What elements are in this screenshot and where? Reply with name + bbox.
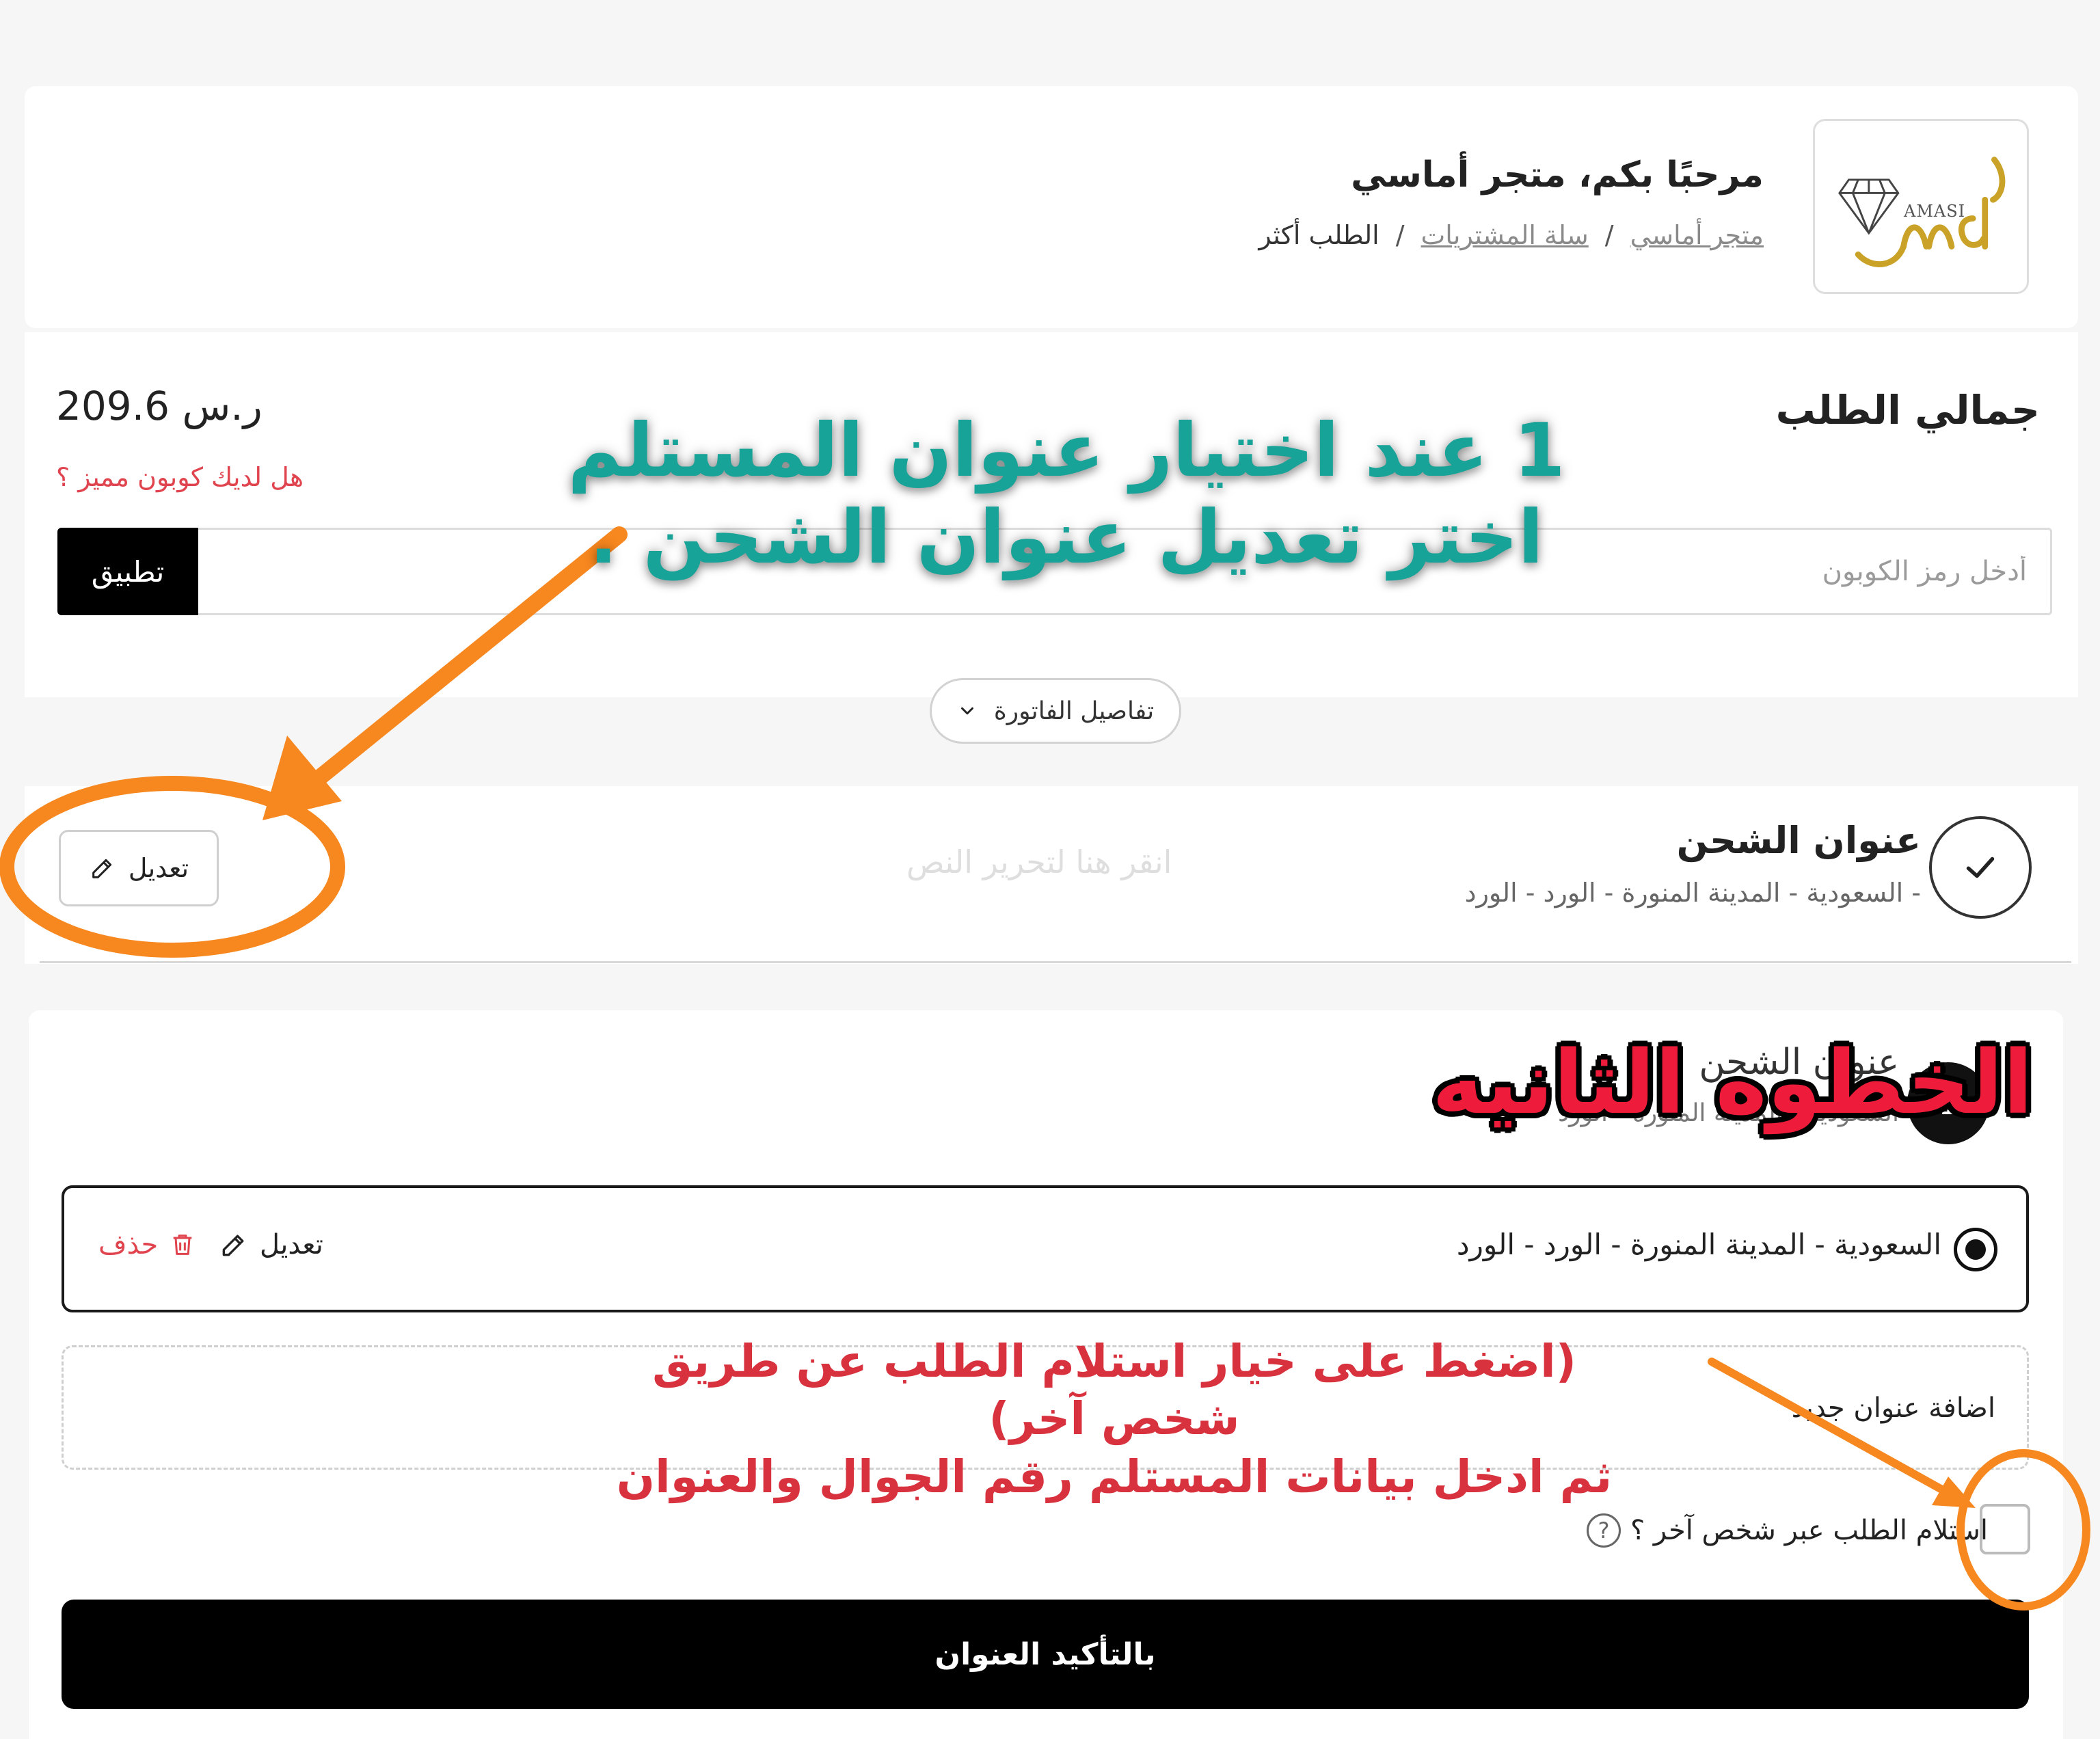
pencil-icon: [92, 859, 112, 878]
other-person-option[interactable]: استلام الطلب عبر شخص آخر ؟ ?: [1586, 1513, 1988, 1548]
annotation-step-2-line-2: ثم ادخل بيانات المستلم رقم الجوال والعنو…: [616, 1450, 1613, 1503]
pencil-icon: [222, 1235, 244, 1256]
confirm-address-button[interactable]: بالتأكيد العنوان: [62, 1600, 2029, 1709]
annotation-step-2-line-1: (اضغط على خيار استلام الطلب عن طريق شخص …: [652, 1335, 1576, 1446]
breadcrumb-separator: /: [1395, 220, 1405, 250]
breadcrumb-separator: /: [1604, 220, 1614, 250]
order-total-value: 209.6 ر.س: [56, 383, 262, 429]
address-radio[interactable]: [1954, 1228, 1997, 1271]
address-edit-label: تعديل: [260, 1229, 323, 1261]
address-delete-label: حذف: [98, 1229, 159, 1261]
logo-text: AMASI: [1904, 202, 1966, 221]
shipping-title: عنوان الشحن: [1676, 819, 1921, 862]
edit-shipping-label: تعديل: [128, 853, 189, 883]
edit-text-hint[interactable]: انقر هنا لتحرير النص: [906, 844, 1172, 880]
completed-step-indicator: [1929, 816, 2032, 919]
radio-selected-dot: [1965, 1239, 1986, 1260]
annotation-step-1: 1 عند اختيار عنوان المستلم اختر تعديل عن…: [567, 408, 1565, 581]
shipping-address: - السعودية - المدينة المنورة - الورد - ا…: [1464, 878, 1921, 908]
breadcrumb: متجر أماسي / سلة المشتريات / الطلب أكثر: [1258, 220, 1764, 250]
order-total-label: جمالي الطلب: [1775, 387, 2040, 433]
breadcrumb-cart-link[interactable]: سلة المشتريات: [1421, 220, 1589, 250]
coupon-question-link[interactable]: هل لديك كوبون مميز ؟: [56, 462, 304, 492]
invoice-details-label: تفاصيل الفاتورة: [993, 697, 1155, 725]
header-card: AMASI مرحبًا بكم، متجر أماسي متجر أماسي …: [25, 86, 2078, 328]
breadcrumb-home-link[interactable]: متجر أماسي: [1630, 220, 1764, 250]
check-icon: [1966, 857, 1995, 878]
divider: [40, 961, 2071, 963]
edit-shipping-button[interactable]: تعديل: [59, 830, 219, 906]
address-option-text: السعودية - المدينة المنورة - الورد - الو…: [1456, 1228, 1941, 1261]
other-person-label: استلام الطلب عبر شخص آخر ؟: [1630, 1515, 1988, 1546]
address-delete-button[interactable]: حذف: [98, 1229, 196, 1261]
coupon-apply-button[interactable]: تطبيق: [57, 528, 198, 615]
page-title: مرحبًا بكم، متجر أماسي: [1351, 154, 1764, 196]
add-new-address-label: اضافة عنوان جديد: [1791, 1392, 1995, 1424]
trash-icon: [173, 1235, 192, 1255]
annotation-step-2-title: الخطوه الثانيه: [1431, 1032, 2033, 1134]
address-edit-button[interactable]: تعديل: [219, 1229, 323, 1261]
address-option[interactable]: السعودية - المدينة المنورة - الورد - الو…: [62, 1185, 2029, 1312]
breadcrumb-current: الطلب أكثر: [1258, 220, 1379, 250]
annotation-step-2-instructions: (اضغط على خيار استلام الطلب عن طريق شخص …: [581, 1333, 1647, 1506]
help-icon[interactable]: ?: [1586, 1513, 1621, 1548]
chevron-down-icon: [960, 707, 973, 715]
store-logo[interactable]: AMASI: [1813, 119, 2029, 294]
invoice-details-toggle[interactable]: تفاصيل الفاتورة: [930, 678, 1181, 744]
shipping-summary-card: عنوان الشحن - السعودية - المدينة المنورة…: [25, 786, 2078, 964]
